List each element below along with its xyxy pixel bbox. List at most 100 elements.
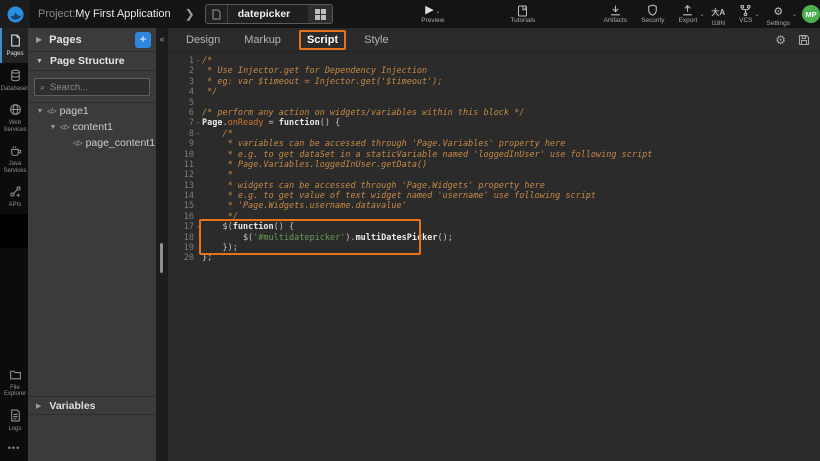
line-number[interactable]: 14	[168, 191, 194, 201]
code-line-2: 2 * Use Injector.get for Dependency Inje…	[168, 66, 820, 76]
sidebar-item-logs[interactable]: Logs	[0, 403, 28, 438]
fold-marker-icon[interactable]: -	[194, 118, 202, 128]
expand-arrow-icon: ▼	[36, 108, 44, 115]
line-number[interactable]: 5	[168, 98, 194, 108]
code-line-9: 9 * variables can be accessed through 'P…	[168, 139, 820, 149]
branch-icon	[739, 4, 752, 17]
tree-item-content1[interactable]: ▼</>content1	[28, 119, 156, 135]
code-line-7: 7-Page.onReady = function() {	[168, 118, 820, 128]
fold-marker-icon[interactable]: -	[194, 129, 202, 139]
line-number[interactable]: 4	[168, 87, 194, 97]
line-number[interactable]: 19	[168, 243, 194, 253]
fold-spacer	[194, 66, 202, 76]
line-number[interactable]: 12	[168, 170, 194, 180]
top-bar: Project:My First Application ❯ datepicke…	[0, 0, 820, 28]
fold-marker-icon[interactable]: -	[194, 56, 202, 66]
code-line-20: 20};	[168, 253, 820, 263]
globe-icon	[9, 103, 22, 118]
line-number[interactable]: 6	[168, 108, 194, 118]
line-number[interactable]: 13	[168, 181, 194, 191]
widget-icon: </>	[47, 107, 56, 116]
chevron-down-icon: ⌄	[754, 11, 759, 18]
code-line-4: 4 */	[168, 87, 820, 97]
fold-marker-icon[interactable]: -	[194, 222, 202, 232]
wavemaker-logo-icon[interactable]	[0, 0, 30, 28]
code-lines: 1-/*2 * Use Injector.get for Dependency …	[168, 56, 820, 264]
tree-item-page_content1[interactable]: </>page_content1	[28, 135, 156, 151]
save-icon[interactable]	[798, 34, 810, 46]
tab-design[interactable]: Design	[180, 32, 226, 48]
collapse-panel-button[interactable]: «	[156, 32, 168, 48]
chevron-right-icon: ❯	[185, 7, 195, 21]
tree-item-page1[interactable]: ▼</>page1	[28, 103, 156, 119]
tab-script[interactable]: Script	[299, 30, 346, 50]
collapse-arrow-icon: ▶	[36, 402, 41, 410]
artifacts-button[interactable]: Artifacts	[604, 0, 627, 28]
chevron-down-icon: ⌄	[699, 11, 704, 18]
activity-bottom-items: File ExplorerLogs	[0, 362, 28, 438]
api-icon	[9, 185, 22, 200]
sidebar-item-apis[interactable]: APIs	[0, 179, 28, 214]
open-page-tab[interactable]: datepicker	[205, 4, 334, 24]
editor-area: Design Markup Script Style ⚙ 1-/*2 * Use In…	[168, 28, 820, 461]
page-structure-header[interactable]: ▼ Page Structure	[28, 52, 156, 71]
security-button[interactable]: Security	[641, 0, 664, 28]
search-input[interactable]	[50, 82, 140, 93]
line-number[interactable]: 2	[168, 66, 194, 76]
tutorials-icon	[517, 5, 528, 17]
chevron-down-icon: ⌄	[792, 11, 797, 18]
main-area: PagesDatabasesWeb ServicesJava ServicesA…	[0, 28, 820, 461]
fold-spacer	[194, 181, 202, 191]
export-button[interactable]: Export⌄	[679, 0, 698, 28]
sidebar-item-web-services[interactable]: Web Services	[0, 97, 28, 138]
search-icon: ⌕	[40, 82, 45, 93]
add-page-button[interactable]: +	[135, 32, 151, 48]
fold-spacer	[194, 253, 202, 263]
app-window: Project:My First Application ❯ datepicke…	[0, 0, 820, 461]
user-avatar[interactable]: MP	[802, 5, 820, 23]
line-number[interactable]: 11	[168, 160, 194, 170]
preview-button[interactable]: ▶ ⌄ Preview	[421, 0, 444, 28]
sidebar-item-file-explorer[interactable]: File Explorer	[0, 362, 28, 403]
search-box[interactable]: ⌕	[34, 78, 150, 96]
line-number[interactable]: 9	[168, 139, 194, 149]
expand-arrow-icon: ▼	[49, 124, 57, 131]
sidebar-item-databases[interactable]: Databases	[0, 63, 28, 98]
fold-spacer	[194, 139, 202, 149]
sidebar-item-java-services[interactable]: Java Services	[0, 138, 28, 179]
vcs-button[interactable]: VCS⌄	[739, 0, 752, 28]
code-line-16: 16 */	[168, 212, 820, 222]
panel-scrollbar[interactable]	[160, 243, 163, 273]
pages-panel-header[interactable]: ▶ Pages +	[28, 28, 156, 52]
sidebar-item-pages[interactable]: Pages	[0, 28, 28, 63]
line-number[interactable]: 3	[168, 77, 194, 87]
line-number[interactable]: 1	[168, 56, 194, 66]
editor-tab-bar: Design Markup Script Style ⚙	[168, 28, 820, 52]
code-editor[interactable]: 1-/*2 * Use Injector.get for Dependency …	[168, 52, 820, 461]
fold-spacer	[194, 77, 202, 87]
editor-settings-gear-icon[interactable]: ⚙	[775, 33, 786, 47]
tutorials-button[interactable]: Tutorials	[510, 0, 535, 28]
line-number[interactable]: 17	[168, 222, 194, 232]
line-number[interactable]: 7	[168, 118, 194, 128]
fold-spacer	[194, 212, 202, 222]
file-icon	[206, 5, 228, 23]
widget-icon: </>	[60, 123, 69, 132]
line-number[interactable]: 20	[168, 253, 194, 263]
fold-spacer	[194, 243, 202, 253]
fold-spacer	[194, 150, 202, 160]
line-number[interactable]: 18	[168, 233, 194, 243]
grid-icon[interactable]	[308, 5, 332, 23]
line-number[interactable]: 8	[168, 129, 194, 139]
line-number[interactable]: 15	[168, 201, 194, 211]
tab-markup[interactable]: Markup	[238, 32, 287, 48]
variables-header[interactable]: ▶ Variables	[28, 396, 156, 415]
activity-top-items: PagesDatabasesWeb ServicesJava ServicesA…	[0, 28, 28, 214]
line-number[interactable]: 16	[168, 212, 194, 222]
i18n-button[interactable]: 大AI18N	[711, 0, 725, 28]
settings-button[interactable]: ⚙Settings⌄	[767, 0, 791, 28]
tab-style[interactable]: Style	[358, 32, 394, 48]
code-line-15: 15 * 'Page.Widgets.username.datavalue'	[168, 201, 820, 211]
more-options-button[interactable]: •••	[0, 437, 28, 461]
line-number[interactable]: 10	[168, 150, 194, 160]
